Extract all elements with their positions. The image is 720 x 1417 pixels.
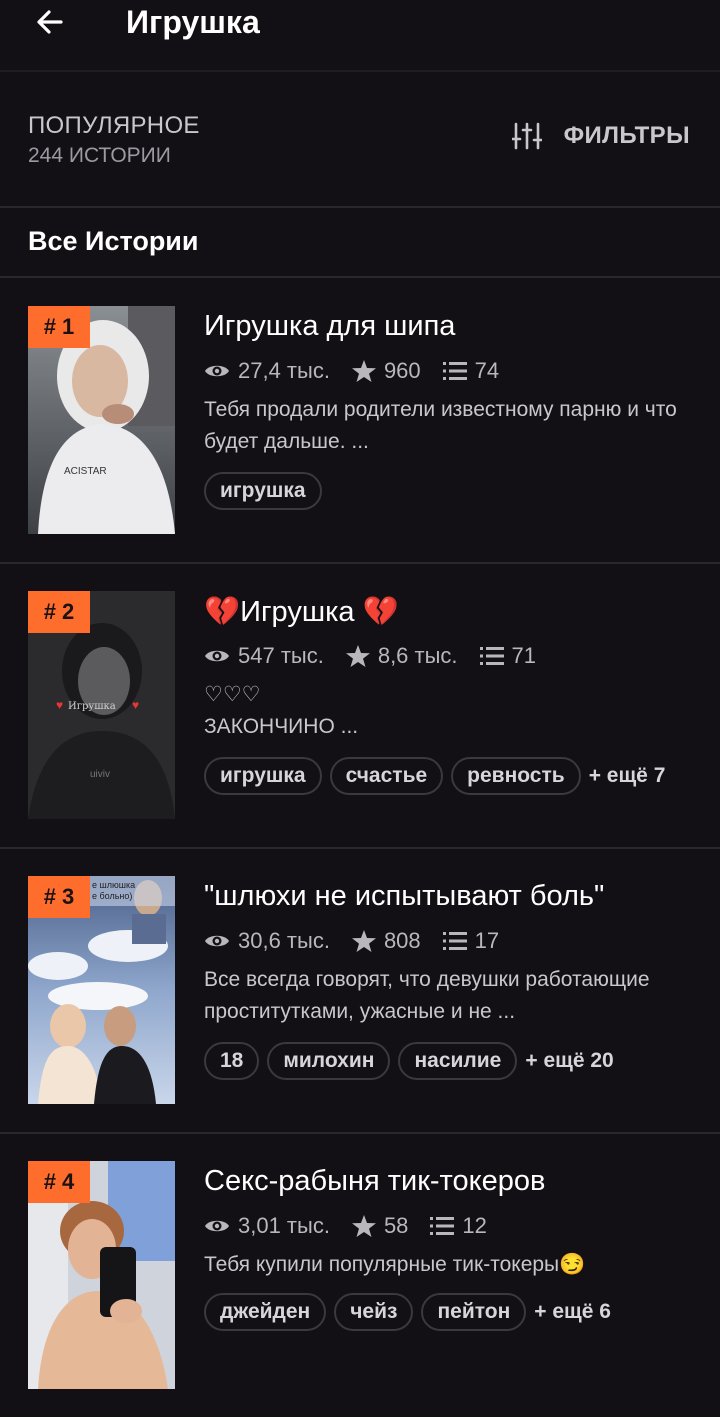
tag-list: игрушка xyxy=(204,472,330,510)
tag-chip[interactable]: счастье xyxy=(329,757,444,795)
list-icon xyxy=(479,647,504,665)
popular-section: ПОПУЛЯРНОЕ 244 ИСТОРИИ ФИЛЬТРЫ xyxy=(0,70,720,208)
eye-icon xyxy=(205,650,229,662)
story-description: ♡♡♡ ЗАКОНЧИНО ... xyxy=(204,683,359,738)
top-bar: Игрушка xyxy=(0,0,720,60)
sliders-icon xyxy=(511,122,542,150)
tag-chip[interactable]: джейден xyxy=(204,1293,327,1331)
tag-list: 18 милохин насилие + ещё 20 xyxy=(204,1042,614,1080)
story-item[interactable]: # 4 Секс-рабыня тик-токеров 3,01 тыс. 58… xyxy=(0,1133,720,1417)
sort-title: ПОПУЛЯРНОЕ xyxy=(28,112,200,139)
list-icon xyxy=(442,362,467,380)
eye-icon xyxy=(205,365,229,377)
svg-text:♥: ♥ xyxy=(56,698,63,712)
star-icon xyxy=(351,360,376,382)
tag-list: джейден чейз пейтон + ещё 6 xyxy=(204,1293,611,1331)
story-description: Все всегда говорят, что девушки работающ… xyxy=(204,968,650,1023)
list-icon xyxy=(442,932,467,950)
views-count: 27,4 тыс. xyxy=(238,358,330,383)
story-title[interactable]: "шлюхи не испытывают боль" xyxy=(204,880,604,913)
filters-label: ФИЛЬТРЫ xyxy=(563,122,690,149)
parts-count: 12 xyxy=(462,1213,487,1238)
parts-count: 74 xyxy=(474,358,500,383)
story-title[interactable]: Игрушка для шипа xyxy=(204,310,455,343)
story-stats: 3,01 тыс. 58 12 xyxy=(204,1213,509,1239)
svg-text:♥: ♥ xyxy=(132,698,139,712)
story-stats: 30,6 тыс. 808 17 xyxy=(204,928,521,954)
story-stats: 547 тыс. 8,6 тыс. 71 xyxy=(204,643,558,669)
svg-text:ACISTAR: ACISTAR xyxy=(64,466,107,477)
story-item[interactable]: Игрушка ♥ ♥ uiviv # 2 💔Игрушка 💔 547 тыс… xyxy=(0,563,720,849)
votes-count: 808 xyxy=(383,928,421,953)
story-item[interactable]: е шлюшка е больно) # 3 "шлюхи не испытыва… xyxy=(0,848,720,1134)
eye-icon xyxy=(205,1220,229,1232)
parts-count: 17 xyxy=(474,928,500,953)
tag-chip[interactable]: милохин xyxy=(267,1042,391,1080)
star-icon xyxy=(345,645,370,667)
tag-chip[interactable]: игрушка xyxy=(204,472,322,510)
tag-chip[interactable]: насилие xyxy=(398,1042,518,1080)
eye-icon xyxy=(205,935,229,947)
rank-badge: # 4 xyxy=(28,1161,90,1203)
star-icon xyxy=(351,930,376,952)
back-button[interactable] xyxy=(28,0,72,44)
story-stats: 27,4 тыс. 960 74 xyxy=(204,358,521,384)
views-count: 547 тыс. xyxy=(238,643,324,668)
story-count: 244 ИСТОРИИ xyxy=(28,144,171,167)
all-stories-title: Все Истории xyxy=(28,226,199,256)
votes-count: 8,6 тыс. xyxy=(377,643,458,668)
tag-chip[interactable]: ревность xyxy=(451,757,581,795)
votes-count: 58 xyxy=(383,1213,409,1238)
list-icon xyxy=(430,1217,455,1235)
page-title: Игрушка xyxy=(126,4,260,40)
story-title[interactable]: 💔Игрушка 💔 xyxy=(204,595,399,629)
tag-chip[interactable]: чейз xyxy=(334,1293,414,1331)
rank-badge: # 1 xyxy=(28,306,90,348)
story-title[interactable]: Секс-рабыня тик-токеров xyxy=(204,1165,545,1198)
cover-caption: е шлюшка е больно) xyxy=(92,880,135,901)
tag-chip[interactable]: игрушка xyxy=(204,757,322,795)
story-description: Тебя купили популярные тик-токеры😏 xyxy=(204,1253,586,1276)
story-item[interactable]: ACISTAR # 1 Игрушка для шипа 27,4 тыс. 9… xyxy=(0,278,720,564)
more-tags-link[interactable]: + ещё 20 xyxy=(525,1049,613,1073)
views-count: 3,01 тыс. xyxy=(238,1213,330,1238)
votes-count: 960 xyxy=(383,358,421,383)
story-description: Тебя продали родители известному парню и… xyxy=(204,398,677,453)
tag-list: игрушка счастье ревность + ещё 7 xyxy=(204,757,665,795)
star-icon xyxy=(351,1215,376,1237)
more-tags-link[interactable]: + ещё 7 xyxy=(589,764,666,788)
arrow-left-icon xyxy=(37,10,63,34)
filters-button[interactable]: ФИЛЬТРЫ xyxy=(511,122,690,150)
svg-text:uiviv: uiviv xyxy=(90,769,110,780)
tag-chip[interactable]: 18 xyxy=(204,1042,260,1080)
more-tags-link[interactable]: + ещё 6 xyxy=(534,1300,611,1324)
rank-badge: # 2 xyxy=(28,591,90,633)
views-count: 30,6 тыс. xyxy=(238,928,330,953)
all-stories-header: Все Истории xyxy=(0,206,720,278)
tag-chip[interactable]: пейтон xyxy=(421,1293,527,1331)
cover-caption: Игрушка xyxy=(68,701,116,712)
rank-badge: # 3 xyxy=(28,876,90,918)
parts-count: 71 xyxy=(511,643,537,668)
